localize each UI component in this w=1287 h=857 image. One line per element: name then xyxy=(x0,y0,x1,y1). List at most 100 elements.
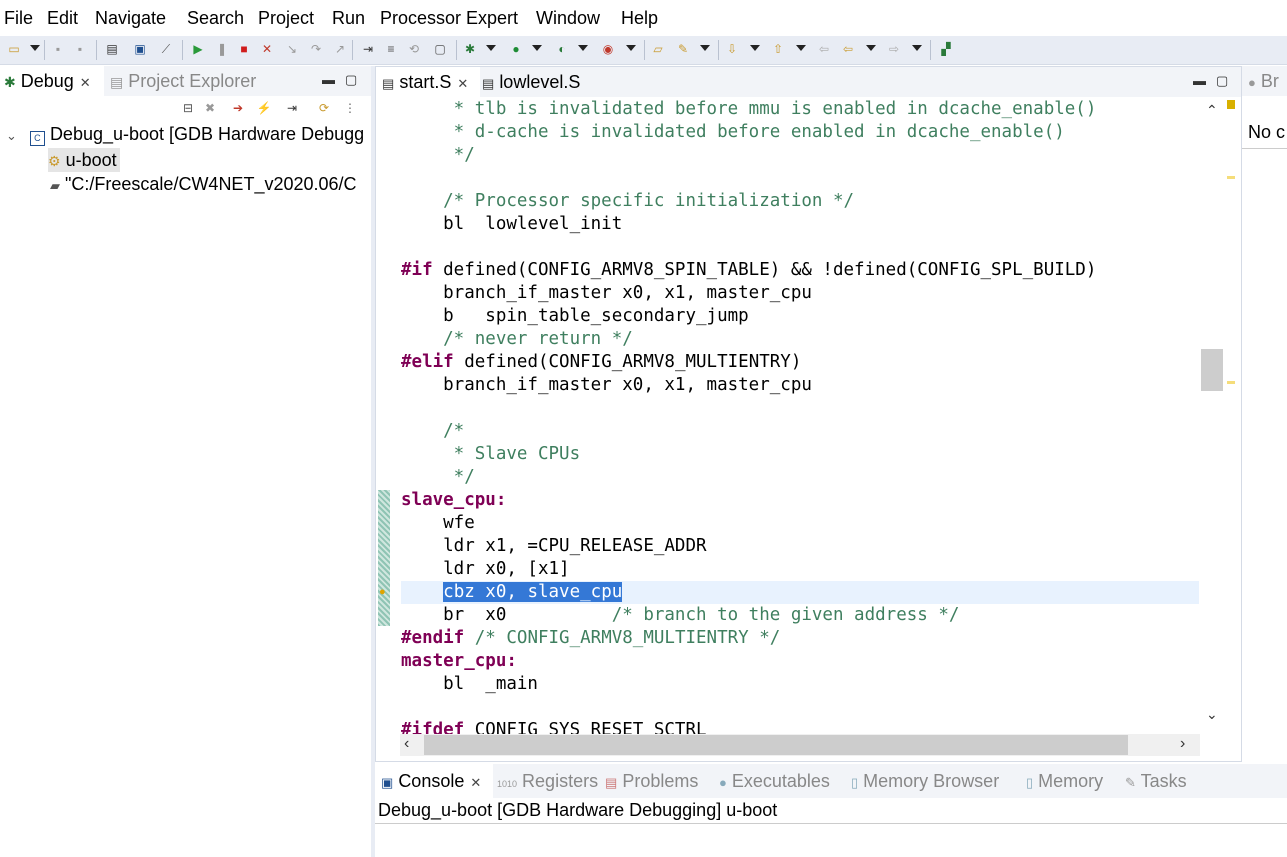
save-all-icon[interactable]: ▪ xyxy=(72,41,88,57)
hscroll-thumb[interactable] xyxy=(424,735,1128,755)
chevron-down-icon[interactable]: ⌄ xyxy=(6,128,17,143)
run-icon[interactable]: ● xyxy=(508,41,524,57)
tab-debug[interactable]: ✱ Debug ✕ xyxy=(0,66,104,96)
code-line[interactable]: * Slave CPUs xyxy=(401,443,580,466)
step-over-icon[interactable]: ↷ xyxy=(308,41,324,57)
scroll-thumb[interactable] xyxy=(1201,349,1223,391)
external-tools-dropdown-icon[interactable] xyxy=(626,45,636,51)
scroll-up-icon[interactable]: ⌃ xyxy=(1206,102,1218,119)
code-line[interactable]: #if defined(CONFIG_ARMV8_SPIN_TABLE) && … xyxy=(401,259,1096,282)
link-icon[interactable]: ⟳ xyxy=(316,100,332,116)
overview-marker[interactable] xyxy=(1227,176,1235,179)
run-dropdown-icon[interactable] xyxy=(532,45,542,51)
code-line[interactable]: branch_if_master x0, x1, master_cpu xyxy=(401,374,812,397)
instruction-stepping-icon[interactable]: ⇥ xyxy=(284,100,300,116)
tab-registers[interactable]: 1010 Registers xyxy=(497,764,598,798)
editor-horizontal-scrollbar[interactable]: ‹ › xyxy=(400,734,1200,756)
instruction-pointer-icon[interactable]: ● xyxy=(379,586,386,598)
step-return-icon[interactable]: ↗ xyxy=(332,41,348,57)
editor-vertical-scrollbar[interactable]: ⌃ ⌄ xyxy=(1200,98,1224,734)
view-menu-icon[interactable]: ⋮ xyxy=(342,100,358,116)
code-line[interactable]: /* Processor specific initialization */ xyxy=(401,190,854,213)
next-annotation-dropdown-icon[interactable] xyxy=(750,45,760,51)
code-line[interactable]: #ifdef CONFIG_SYS_RESET_SCTRL xyxy=(401,719,707,734)
tree-process[interactable]: ⚙ u-boot xyxy=(48,148,120,172)
close-icon[interactable]: ✕ xyxy=(470,775,481,790)
prev-annotation-dropdown-icon[interactable] xyxy=(796,45,806,51)
open-folder-icon[interactable]: ▱ xyxy=(650,41,666,57)
tab-tasks[interactable]: ✎ Tasks xyxy=(1125,764,1187,798)
code-editor[interactable]: * tlb is invalidated before mmu is enabl… xyxy=(401,98,1199,734)
skip-breakpoints-icon[interactable]: ⟋ xyxy=(158,41,174,57)
prev-annotation-icon[interactable]: ⇧ xyxy=(770,41,786,57)
overview-marker[interactable] xyxy=(1227,100,1235,109)
code-line[interactable]: ldr x0, [x1] xyxy=(401,558,569,581)
code-line[interactable]: ldr x1, =CPU_RELEASE_ADDR xyxy=(401,535,706,558)
wand-icon[interactable]: ✎ xyxy=(675,41,691,57)
tree-launch[interactable]: ⌄ C Debug_u-boot [GDB Hardware Debugg xyxy=(6,122,364,146)
tab-start-s[interactable]: ▤ start.S ✕ xyxy=(376,67,480,97)
next-annotation-icon[interactable]: ⇩ xyxy=(724,41,740,57)
wand-dropdown-icon[interactable] xyxy=(700,45,710,51)
code-line[interactable]: bl lowlevel_init xyxy=(401,213,622,236)
external-tools-icon[interactable]: ◉ xyxy=(600,41,616,57)
save-icon[interactable]: ▪ xyxy=(50,41,66,57)
scroll-left-icon[interactable]: ‹ xyxy=(404,735,409,753)
code-line[interactable]: cbz x0, slave_cpu xyxy=(401,581,623,604)
tab-memory[interactable]: ▯ Memory xyxy=(1026,764,1103,798)
menu-run[interactable]: Run xyxy=(332,8,365,29)
code-line[interactable]: slave_cpu: xyxy=(401,489,506,512)
code-line[interactable]: * tlb is invalidated before mmu is enabl… xyxy=(401,98,1097,121)
overview-marker[interactable] xyxy=(1227,381,1235,384)
code-line[interactable]: */ xyxy=(401,466,475,489)
code-line[interactable]: */ xyxy=(401,144,475,167)
code-line[interactable]: /* xyxy=(401,420,464,443)
tab-console[interactable]: ▣ Console ✕ xyxy=(375,764,493,798)
minimize-icon[interactable]: ▬ xyxy=(1193,73,1206,88)
code-line[interactable]: wfe xyxy=(401,512,475,535)
collapse-all-icon[interactable]: ⊟ xyxy=(180,100,196,116)
code-line[interactable]: b spin_table_secondary_jump xyxy=(401,305,749,328)
profile-dropdown-icon[interactable] xyxy=(578,45,588,51)
minimize-icon[interactable]: ▬ xyxy=(322,72,335,87)
code-line[interactable]: bl _main xyxy=(401,673,538,696)
debug-icon[interactable]: ✱ xyxy=(462,41,478,57)
menu-navigate[interactable]: Navigate xyxy=(95,8,166,29)
menu-edit[interactable]: Edit xyxy=(47,8,78,29)
profile-icon[interactable]: ◐ xyxy=(554,41,570,57)
menu-project[interactable]: Project xyxy=(258,8,314,29)
close-icon[interactable]: ✕ xyxy=(457,76,468,91)
resume-icon[interactable]: ▶ xyxy=(190,41,206,57)
menu-search[interactable]: Search xyxy=(187,8,244,29)
menu-processor-expert[interactable]: Processor Expert xyxy=(380,8,518,29)
connect-icon[interactable]: ➔ xyxy=(230,100,246,116)
step-filters-icon[interactable]: ≡ xyxy=(383,41,399,57)
remove-terminated-icon[interactable]: ✖ xyxy=(202,100,218,116)
tab-breakpoints[interactable]: ● Br xyxy=(1248,66,1279,96)
menu-window[interactable]: Window xyxy=(536,8,600,29)
forward-dropdown-icon[interactable] xyxy=(912,45,922,51)
pin-editor-icon[interactable]: ▞ xyxy=(938,41,954,57)
forward-icon[interactable]: ⇨ xyxy=(886,41,902,57)
tree-path[interactable]: ▰ "C:/Freescale/CW4NET_v2020.06/C xyxy=(50,172,357,196)
last-edit-icon[interactable]: ⇦ xyxy=(816,41,832,57)
terminal-icon[interactable]: ▣ xyxy=(132,41,148,57)
tab-lowlevel-s[interactable]: ▤ lowlevel.S xyxy=(482,67,580,97)
tab-memory-browser[interactable]: ▯ Memory Browser xyxy=(851,764,999,798)
close-icon[interactable]: ✕ xyxy=(80,75,91,90)
back-icon[interactable]: ⇦ xyxy=(840,41,856,57)
instruction-step-icon[interactable]: ⇥ xyxy=(360,41,376,57)
tab-executables[interactable]: ● Executables xyxy=(719,764,830,798)
suspend-icon[interactable]: ❚ xyxy=(214,41,230,57)
maximize-icon[interactable]: ▢ xyxy=(345,72,357,88)
debug-dropdown-icon[interactable] xyxy=(486,45,496,51)
new-icon[interactable]: ▭ xyxy=(6,41,22,57)
menu-file[interactable]: File xyxy=(4,8,33,29)
view-memory-icon[interactable]: ▢ xyxy=(432,41,448,57)
code-line[interactable]: br x0 /* branch to the given address */ xyxy=(401,604,959,627)
tab-project-explorer[interactable]: ▤ Project Explorer xyxy=(108,66,256,96)
menu-help[interactable]: Help xyxy=(621,8,658,29)
code-line[interactable]: * d-cache is invalidated before enabled … xyxy=(401,121,1065,144)
code-line[interactable]: /* never return */ xyxy=(401,328,633,351)
code-line[interactable]: master_cpu: xyxy=(401,650,517,673)
